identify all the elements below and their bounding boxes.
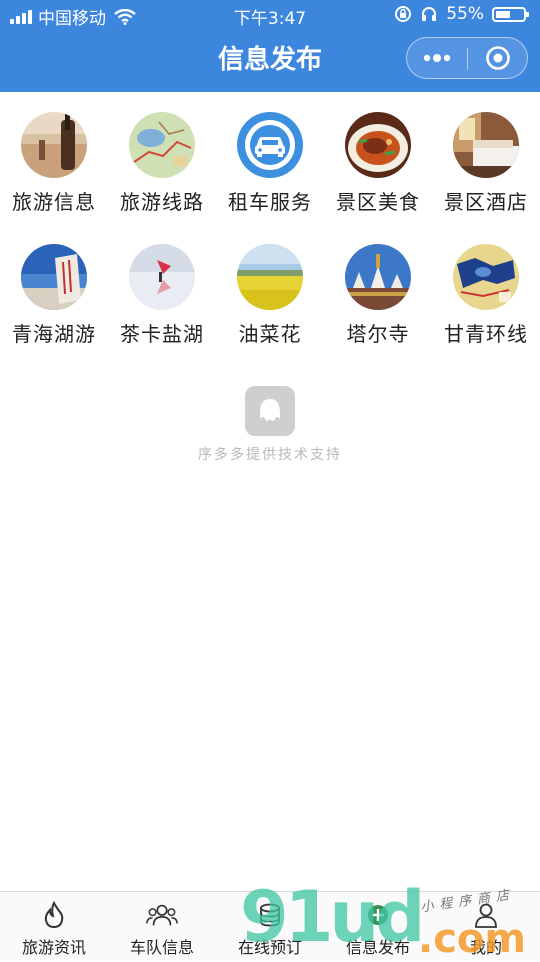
grid-item-car-rental[interactable]: 租车服务	[216, 112, 324, 244]
grid-item-chaka-salt-lake[interactable]: 茶卡盐湖	[108, 244, 216, 376]
grid-item-scenic-food[interactable]: 景区美食	[324, 112, 432, 244]
grid-label: 油菜花	[238, 322, 302, 346]
grid-label: 景区酒店	[444, 190, 528, 214]
car-rental-icon	[237, 112, 303, 178]
tab-label: 车队信息	[129, 938, 194, 957]
grid-item-gansu-qinghai-loop[interactable]: 甘青环线	[432, 244, 540, 376]
status-bar: 中国移动 下午3:47 55%	[0, 0, 540, 32]
grid-label: 塔尔寺	[346, 322, 410, 346]
grid-item-scenic-hotel[interactable]: 景区酒店	[432, 112, 540, 244]
grid-item-qinghai-lake[interactable]: 青海湖游	[0, 244, 108, 376]
capsule-menu	[406, 37, 528, 79]
grid-row-1: 旅游信息 旅游线路 租车服务 景区美食 景区酒店	[0, 112, 540, 244]
grid-item-rapeseed-flowers[interactable]: 油菜花	[216, 244, 324, 376]
nav-bar: 信息发布	[0, 32, 540, 92]
grid-item-travel-route[interactable]: 旅游线路	[108, 112, 216, 244]
powered-by: 序多多提供技术支持	[0, 386, 540, 464]
grid-label: 旅游信息	[12, 190, 96, 214]
category-grid: 旅游信息 旅游线路 租车服务 景区美食 景区酒店 青海湖游 茶卡盐湖 油菜花 塔…	[0, 112, 540, 376]
tab-team-info[interactable]: 车队信息	[108, 892, 216, 961]
route-map-photo-icon	[129, 112, 195, 178]
watermark-brand: 91ud	[240, 876, 425, 958]
grid-label: 茶卡盐湖	[120, 322, 204, 346]
loop-map-photo-icon	[453, 244, 519, 310]
rapeseed-field-photo-icon	[237, 244, 303, 310]
tab-travel-news[interactable]: 旅游资讯	[0, 892, 108, 961]
grid-label: 甘青环线	[444, 322, 528, 346]
qinghai-lake-stone-photo-icon	[21, 244, 87, 310]
noodle-dish-photo-icon	[345, 112, 411, 178]
salt-lake-photo-icon	[129, 244, 195, 310]
octopus-logo-icon	[245, 386, 295, 436]
grid-label: 租车服务	[228, 190, 312, 214]
headphones-icon	[422, 7, 437, 21]
team-icon	[146, 900, 178, 930]
orientation-lock-icon	[395, 6, 412, 22]
grid-item-kumbum-temple[interactable]: 塔尔寺	[324, 244, 432, 376]
battery-icon	[492, 6, 529, 22]
more-dots-icon	[423, 54, 451, 62]
grid-label: 景区美食	[336, 190, 420, 214]
grid-label: 青海湖游	[12, 322, 96, 346]
grid-item-travel-info[interactable]: 旅游信息	[0, 112, 108, 244]
flame-icon	[38, 900, 70, 930]
watermark-domain: .com	[418, 916, 527, 962]
status-right: 55%	[394, 4, 529, 24]
grid-label: 旅游线路	[120, 190, 204, 214]
grid-row-2: 青海湖游 茶卡盐湖 油菜花 塔尔寺 甘青环线	[0, 244, 540, 376]
target-circle-icon	[486, 46, 510, 70]
desert-guitar-photo-icon	[21, 112, 87, 178]
battery-fill	[496, 10, 511, 18]
kumbum-temple-photo-icon	[345, 244, 411, 310]
hotel-room-photo-icon	[453, 112, 519, 178]
close-miniprogram-button[interactable]	[468, 38, 528, 78]
more-button[interactable]	[407, 38, 467, 78]
powered-by-text: 序多多提供技术支持	[198, 447, 342, 463]
tab-label: 旅游资讯	[21, 938, 86, 957]
battery-percent: 55%	[446, 4, 484, 24]
